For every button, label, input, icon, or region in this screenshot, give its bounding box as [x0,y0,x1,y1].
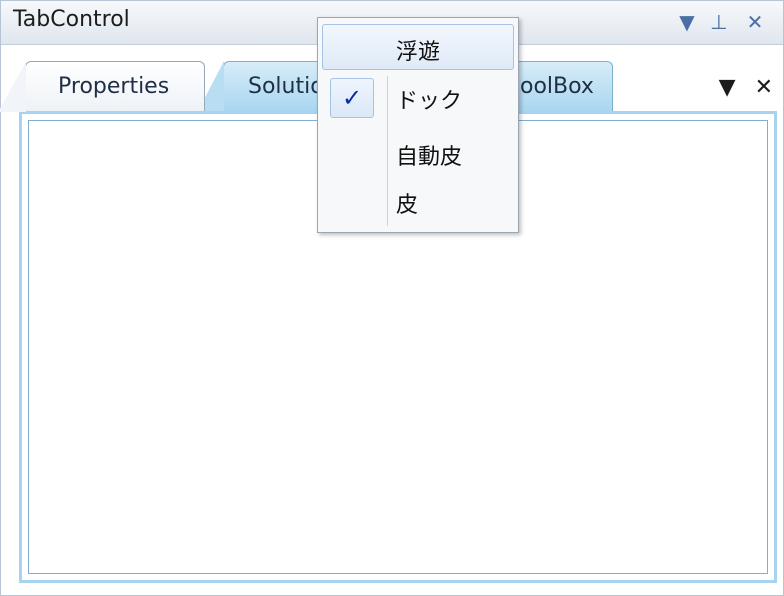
menu-item-dock-label: ドック [396,89,463,114]
tab-strip-controls: ▼ ✕ [707,75,773,100]
tab-toolbox-label[interactable]: oolBox [520,74,594,99]
tabcontrol-window: TabControl ▼ ⊥ ✕ Solutio oolBox Properti… [0,0,784,596]
menu-item-autohide[interactable]: 自動皮 [322,130,514,176]
tab-menu-icon[interactable]: ▼ [719,75,736,100]
tab-properties-label: Properties [58,74,170,99]
tab-properties[interactable]: Properties [0,61,205,112]
menu-item-hide-label: 皮 [396,193,419,218]
pin-icon[interactable]: ⊥ [705,7,733,37]
menu-item-float[interactable]: 浮遊 [322,24,514,70]
context-menu: 浮遊 ✓ ドック 自動皮 皮 [317,17,519,233]
tab-solution-label[interactable]: Solutio [248,74,324,99]
window-close-icon[interactable]: ✕ [741,7,769,37]
menu-item-dock[interactable]: ✓ ドック [322,74,514,120]
window-dropdown-icon[interactable]: ▼ [673,7,701,37]
tab-close-icon[interactable]: ✕ [755,75,773,100]
menu-item-autohide-label: 自動皮 [396,145,463,170]
menu-item-hide[interactable]: 皮 [322,178,514,224]
window-title: TabControl [13,7,130,32]
checkmark-icon: ✓ [330,78,374,118]
menu-item-float-label: 浮遊 [395,40,440,65]
